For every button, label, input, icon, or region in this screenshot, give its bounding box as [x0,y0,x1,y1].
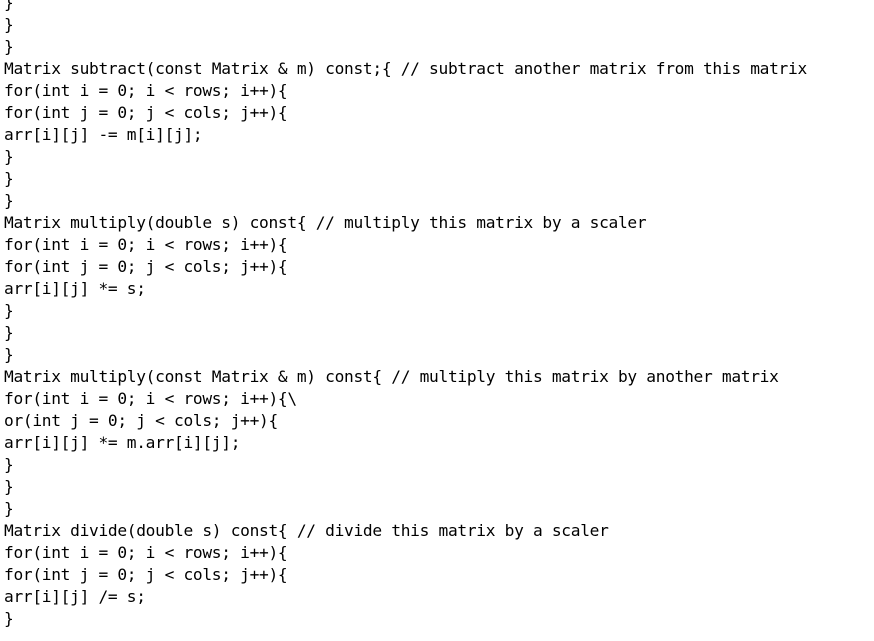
code-line: for(int i = 0; i < rows; i++){ [4,235,288,254]
code-line: for(int i = 0; i < rows; i++){ [4,543,288,562]
code-line: } [4,147,14,166]
code-line: } [4,345,14,364]
code-line: for(int j = 0; j < cols; j++){ [4,257,288,276]
code-line: } [4,37,14,56]
code-line: } [4,169,14,188]
code-line: for(int i = 0; i < rows; i++){\ [4,389,297,408]
code-line: } [4,499,14,518]
code-line: } [4,15,14,34]
code-text-area[interactable]: } } } Matrix subtract(const Matrix & m) … [4,0,870,641]
code-line: arr[i][j] -= m[i][j]; [4,125,203,144]
code-line: } [4,455,14,474]
code-line: arr[i][j] /= s; [4,587,146,606]
code-line: Matrix subtract(const Matrix & m) const;… [4,59,807,78]
code-line: } [4,477,14,496]
code-line: arr[i][j] *= s; [4,279,146,298]
code-line: } [4,609,14,628]
code-line: or(int j = 0; j < cols; j++){ [4,411,278,430]
code-line: arr[i][j] *= m.arr[i][j]; [4,433,241,452]
code-line: for(int i = 0; i < rows; i++){ [4,81,288,100]
code-line: } [4,0,14,12]
code-line: Matrix divide(double s) const{ // divide… [4,521,609,540]
code-line: for(int j = 0; j < cols; j++){ [4,565,288,584]
code-line: Matrix multiply(const Matrix & m) const{… [4,367,779,386]
code-line: Matrix multiply(double s) const{ // mult… [4,213,647,232]
code-line: } [4,191,14,210]
code-line: for(int j = 0; j < cols; j++){ [4,103,288,122]
code-line: } [4,323,14,342]
code-line: } [4,301,14,320]
